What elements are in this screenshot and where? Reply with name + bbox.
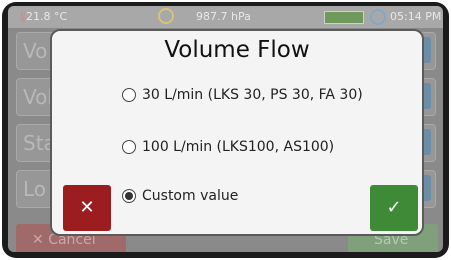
radio-button[interactable]: [122, 140, 136, 154]
temperature-readout: 21.8 °C: [26, 10, 68, 23]
close-icon: ✕: [79, 197, 95, 218]
setting-row-label: Lo: [23, 177, 47, 201]
radio-button-selected[interactable]: [122, 189, 136, 203]
option-100-lmin[interactable]: 100 L/min (LKS100, AS100): [122, 139, 334, 159]
option-custom-value[interactable]: Custom value: [122, 188, 238, 208]
option-30-lmin[interactable]: 30 L/min (LKS 30, PS 30, FA 30): [122, 87, 363, 107]
checkmark-icon: ✓: [386, 197, 402, 218]
gauge-icon: [158, 8, 174, 24]
option-label: 30 L/min (LKS 30, PS 30, FA 30): [142, 87, 363, 103]
pressure-readout: 987.7 hPa: [196, 10, 251, 23]
option-label: 100 L/min (LKS100, AS100): [142, 139, 335, 155]
radio-button[interactable]: [122, 88, 136, 102]
cancel-button[interactable]: ✕: [63, 185, 111, 231]
option-label: Custom value: [142, 188, 239, 204]
setting-row-label: Vo: [23, 39, 48, 63]
status-bar: 🌡︎ 21.8 °C 987.7 hPa 05:14 PM: [8, 6, 443, 28]
volume-flow-dialog: Volume Flow 30 L/min (LKS 30, PS 30, FA …: [50, 29, 424, 236]
confirm-button[interactable]: ✓: [370, 185, 418, 231]
battery-icon: [324, 11, 364, 24]
device-frame: 🌡︎ 21.8 °C 987.7 hPa 05:14 PM Vo ✎ Vol ✎…: [2, 2, 449, 258]
dialog-title: Volume Flow: [164, 37, 310, 63]
clock-icon: [370, 9, 386, 25]
time-readout: 05:14 PM: [390, 10, 442, 23]
screen: 🌡︎ 21.8 °C 987.7 hPa 05:14 PM Vo ✎ Vol ✎…: [8, 6, 443, 252]
setting-row-label: Vol: [23, 85, 53, 109]
